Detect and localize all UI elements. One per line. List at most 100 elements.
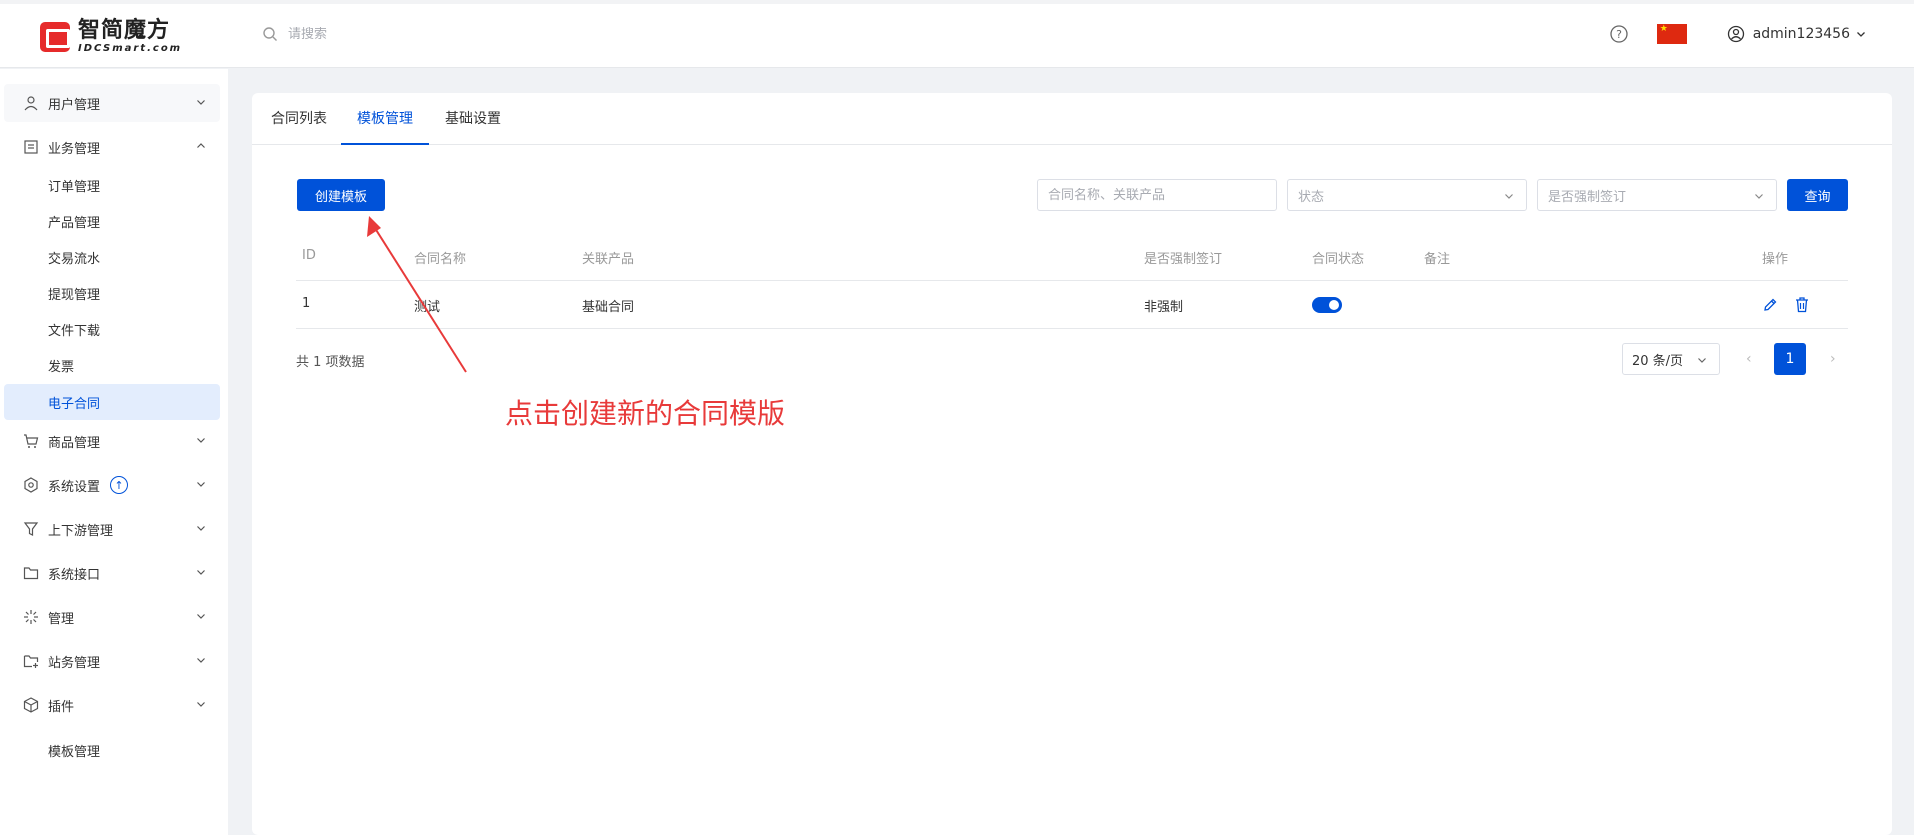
brand-name-cn: 智简魔方 [78,18,171,43]
chevron-up-icon [197,143,205,148]
sidebar-subitem-e-contracts[interactable]: 电子合同 [4,384,220,420]
chevron-down-icon [197,702,205,707]
chevron-down-icon [197,438,205,443]
cube-icon [22,696,40,714]
sidebar-item-plugins[interactable]: 插件 [4,686,220,724]
row-divider [296,328,1848,329]
cell-name: 测试 [414,300,441,315]
name-search-input[interactable] [1048,187,1276,203]
tab-basic-settings[interactable]: 基础设置 [442,93,504,145]
sidebar-subitem-downloads[interactable]: 文件下载 [4,311,220,347]
top-strip [0,0,1914,4]
sidebar-subitem-template-mgmt[interactable]: 模板管理 [4,732,220,768]
column-header-remark: 备注 [1424,252,1451,267]
page-size-select[interactable]: 20 条/页 [1622,343,1720,375]
settings-hexagon-icon [22,476,40,494]
chevron-down-icon [197,614,205,619]
chevron-down-icon [197,526,205,531]
cell-forced: 非强制 [1144,300,1184,315]
sidebar-item-label: 系统设置 [48,479,101,495]
sidebar-subitem-products[interactable]: 产品管理 [4,203,220,239]
page-size-label: 20 条/页 [1632,353,1684,369]
edit-icon[interactable] [1762,297,1778,313]
brand-logo[interactable]: 智简魔方 IDCSmart.com [40,20,182,54]
column-header-product: 关联产品 [582,252,635,267]
search-icon [263,27,277,41]
delete-icon[interactable] [1794,296,1810,313]
folder-icon [22,564,40,582]
brand-name-en: IDCSmart.com [78,43,183,54]
user-menu[interactable]: admin123456 [1727,25,1874,43]
sidebar-item-label: 上下游管理 [48,523,114,539]
user-icon [1727,25,1744,43]
search-input[interactable] [288,26,488,42]
sidebar-item-user-mgmt[interactable]: 用户管理 [4,84,220,122]
total-count: 共 1 项数据 [296,355,365,370]
name-search-field[interactable] [1037,179,1277,211]
sidebar-item-label: 系统接口 [48,567,101,583]
folder-add-icon [22,652,40,670]
chevron-down-icon [197,570,205,575]
tab-template-mgmt[interactable]: 模板管理 [341,93,429,145]
sidebar: 用户管理 业务管理 订单管理 产品管理 交易流水 提现管理 文件下载 发票 电子… [0,69,228,835]
header-divider [296,280,1848,281]
sidebar-item-goods-mgmt[interactable]: 商品管理 [4,422,220,460]
sidebar-subitem-invoices[interactable]: 发票 [4,347,220,383]
page-number-current[interactable]: 1 [1774,343,1806,375]
chevron-down-icon [1505,194,1513,199]
next-page-icon[interactable]: › [1830,351,1836,367]
svg-text:?: ? [1616,28,1622,41]
sidebar-subitem-withdrawals[interactable]: 提现管理 [4,275,220,311]
sidebar-item-business-mgmt[interactable]: 业务管理 [4,128,220,166]
sidebar-item-management[interactable]: 管理 [4,598,220,636]
top-header: 智简魔方 IDCSmart.com ? admin123456 [0,0,1914,68]
query-button[interactable]: 查询 [1787,179,1848,211]
forced-sign-placeholder: 是否强制签订 [1548,189,1627,205]
status-toggle[interactable] [1312,297,1342,313]
sidebar-item-system-settings[interactable]: 系统设置 ↑ [4,466,220,504]
annotation-text: 点击创建新的合同模版 [505,397,786,430]
chevron-down-icon [197,482,205,487]
create-template-button[interactable]: 创建模板 [297,179,385,211]
username-label: admin123456 [1752,26,1850,42]
sidebar-item-system-api[interactable]: 系统接口 [4,554,220,592]
document-list-icon [22,138,40,156]
sidebar-item-label: 用户管理 [48,97,101,113]
help-icon[interactable]: ? [1609,24,1629,44]
tab-contract-list[interactable]: 合同列表 [268,93,330,145]
sidebar-item-label: 站务管理 [48,655,101,671]
cart-icon [22,432,40,450]
sidebar-item-label: 业务管理 [48,141,101,157]
sidebar-subitem-transactions[interactable]: 交易流水 [4,239,220,275]
status-select-placeholder: 状态 [1298,189,1325,205]
prev-page-icon[interactable]: ‹ [1746,351,1752,367]
sparkle-icon [22,608,40,626]
filter-icon [22,520,40,538]
sidebar-item-label: 商品管理 [48,435,101,451]
column-header-name: 合同名称 [414,252,467,267]
user-icon [22,94,40,112]
main-card: 合同列表 模板管理 基础设置 创建模板 状态 是否强制签订 查询 ID 合同名称… [252,93,1892,835]
column-header-status: 合同状态 [1312,252,1365,267]
chevron-down-icon [1698,358,1706,363]
cell-id: 1 [302,296,311,311]
sidebar-item-label: 管理 [48,611,75,627]
cell-product: 基础合同 [582,300,635,315]
status-select[interactable]: 状态 [1287,179,1527,211]
chevron-down-icon [1755,194,1763,199]
brand-mark-icon [40,22,70,52]
global-search [262,26,488,42]
forced-sign-select[interactable]: 是否强制签订 [1537,179,1777,211]
language-flag-icon[interactable] [1656,24,1687,44]
chevron-down-icon [197,100,205,105]
sidebar-item-site-mgmt[interactable]: 站务管理 [4,642,220,680]
tab-bar: 合同列表 模板管理 基础设置 [252,93,1892,145]
chevron-down-icon [1857,32,1865,37]
sidebar-subitem-orders[interactable]: 订单管理 [4,167,220,203]
column-header-id: ID [302,248,316,263]
sidebar-item-upstream-mgmt[interactable]: 上下游管理 [4,510,220,548]
column-header-actions: 操作 [1762,252,1789,267]
update-arrow-icon[interactable]: ↑ [110,476,129,494]
column-header-forced: 是否强制签订 [1144,252,1223,267]
sidebar-item-label: 插件 [48,699,75,715]
